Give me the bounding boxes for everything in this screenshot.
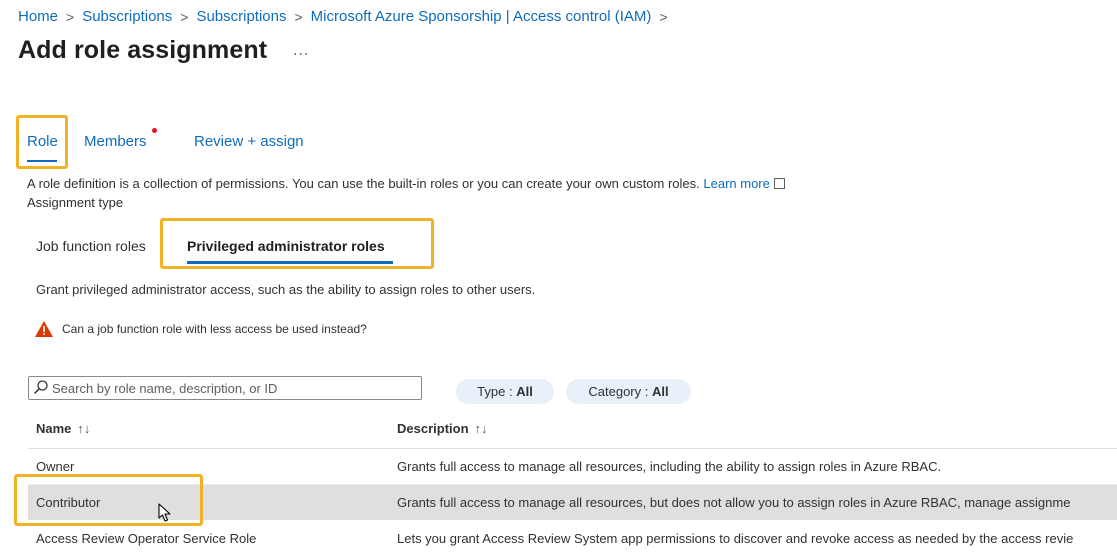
search-input[interactable]: [52, 377, 412, 399]
mouse-cursor-icon: [158, 503, 172, 528]
learn-more-link[interactable]: Learn more: [703, 176, 769, 191]
chevron-right-icon: >: [180, 8, 189, 25]
breadcrumb-iam[interactable]: Microsoft Azure Sponsorship | Access con…: [311, 8, 652, 25]
sort-icon: ↑↓: [77, 421, 91, 436]
external-link-icon: [773, 178, 785, 189]
column-header-name-label: Name: [36, 421, 72, 436]
breadcrumb-home[interactable]: Home: [18, 8, 58, 25]
table-row[interactable]: Access Review Operator Service Role Lets…: [28, 521, 1117, 556]
warning-icon: [34, 320, 54, 343]
chevron-right-icon: >: [66, 8, 75, 25]
role-description: Grants full access to manage all resourc…: [397, 495, 1071, 510]
column-header-name[interactable]: Name ↑↓: [36, 421, 90, 436]
role-definition-description: A role definition is a collection of per…: [27, 176, 785, 191]
breadcrumb: Home > Subscriptions > Subscriptions > M…: [18, 8, 676, 25]
role-name: Access Review Operator Service Role: [36, 531, 257, 546]
description-text: A role definition is a collection of per…: [27, 176, 700, 191]
warning-text: Can a job function role with less access…: [62, 322, 367, 336]
subtab-privileged-administrator-roles[interactable]: Privileged administrator roles: [187, 238, 385, 254]
category-filter-label: Category :: [588, 384, 649, 399]
tab-role[interactable]: Role: [27, 133, 58, 150]
chevron-right-icon: >: [659, 8, 668, 25]
assignment-type-label: Assignment type: [27, 195, 124, 210]
type-filter-pill[interactable]: Type : All: [456, 379, 554, 404]
type-filter-value: All: [516, 384, 533, 399]
subtab-underline: [187, 261, 393, 264]
chevron-right-icon: >: [294, 8, 303, 25]
breadcrumb-subscriptions-2[interactable]: Subscriptions: [196, 8, 286, 25]
tab-role-underline: [27, 160, 57, 162]
category-filter-value: All: [651, 384, 669, 399]
breadcrumb-subscriptions[interactable]: Subscriptions: [82, 8, 172, 25]
role-description: Grants full access to manage all resourc…: [397, 459, 942, 474]
role-name: Owner: [36, 459, 75, 474]
page-title: Add role assignment: [18, 36, 268, 64]
sort-icon: ↑↓: [474, 421, 488, 436]
required-indicator-icon: [152, 128, 157, 133]
column-header-description[interactable]: Description ↑↓: [397, 421, 488, 436]
contributor-highlight: [14, 474, 203, 526]
category-filter-pill[interactable]: Category : All: [566, 379, 691, 404]
column-header-description-label: Description: [397, 421, 469, 436]
role-description: Lets you grant Access Review System app …: [397, 531, 1074, 546]
search-icon: [33, 379, 49, 400]
tab-review-assign[interactable]: Review + assign: [194, 133, 304, 150]
subtab-job-function-roles[interactable]: Job function roles: [36, 238, 146, 254]
more-options-icon[interactable]: ...: [293, 42, 309, 60]
type-filter-label: Type :: [477, 384, 513, 399]
tab-members[interactable]: Members: [84, 133, 147, 150]
privileged-description: Grant privileged administrator access, s…: [36, 282, 536, 297]
